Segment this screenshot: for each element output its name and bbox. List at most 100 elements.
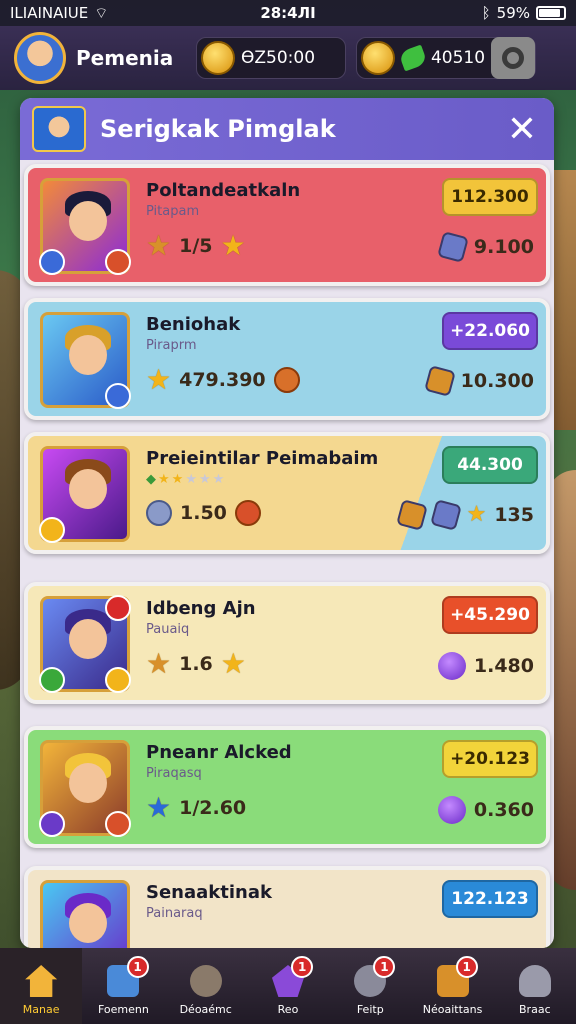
character-subtitle: Painaraq — [146, 906, 203, 921]
reward: 1.480 — [437, 652, 534, 680]
home-icon — [25, 965, 58, 997]
player-name: Pemenia — [76, 46, 174, 70]
shield-icon — [189, 965, 222, 997]
list-item[interactable]: Beniohak Piraprm ★ 479.390 +22.060 10.30… — [24, 298, 550, 420]
reward: ★ 135 — [395, 499, 534, 531]
stat-row: 1.50 — [146, 500, 261, 526]
coin-icon — [201, 41, 235, 75]
top-hud: Pemenia ƟZ50:00 40510 — [0, 26, 576, 90]
star-icon: ★ — [220, 229, 246, 262]
nav-item-4[interactable]: 1 Reo — [247, 948, 329, 1024]
reward-value: 0.360 — [473, 799, 534, 821]
nav-item-5[interactable]: 1 Feitp — [329, 948, 411, 1024]
character-subtitle: Piraprm — [146, 338, 197, 353]
nav-label: Manae — [22, 1003, 60, 1016]
reward: 10.300 — [423, 365, 534, 397]
character-name: Poltandeatkaln — [146, 180, 301, 201]
ranking-panel: Serigkak Pimglak ✕ Poltandeatkaln Pitapa… — [20, 98, 554, 948]
crystal-item-icon — [395, 499, 428, 531]
stat-row: ★ 479.390 — [146, 366, 300, 394]
nav-label: Néoaittans — [422, 1003, 483, 1016]
stat-value: 1.50 — [180, 502, 227, 524]
gem-icon — [398, 44, 428, 72]
status-bar: ILIAINAIUE ⌔ 28:4ЛI ᛒ 59% — [0, 0, 576, 26]
reward-value: 9.100 — [473, 236, 534, 258]
gem-counter[interactable]: 40510 — [356, 37, 536, 79]
reward-value: 1.480 — [473, 655, 534, 677]
gold-icon — [361, 41, 395, 75]
bottom-nav: Manae 1 Foemenn Déoaémc 1 Reo 1 Feitp 1 … — [0, 948, 576, 1024]
list-item[interactable]: Preieintilar Peimabaim ◆ ★ ★ ★ ★ ★ 1.50 44.30… — [24, 432, 550, 554]
score-pill: 112.300 — [442, 178, 538, 216]
player-avatar[interactable] — [14, 32, 66, 84]
character-name: Preieintilar Peimabaim — [146, 448, 379, 469]
settings-button[interactable] — [491, 37, 535, 79]
coin-counter[interactable]: ƟZ50:00 — [196, 37, 346, 79]
star-icon: ★ — [146, 363, 172, 396]
gear-item-icon — [436, 231, 469, 263]
medal-icon — [273, 367, 300, 393]
nav-label: Reo — [277, 1003, 299, 1016]
score-pill: 122.123 — [442, 880, 538, 918]
character-portrait — [39, 595, 131, 693]
battery-icon — [536, 6, 566, 20]
star-icon: ★ — [466, 502, 487, 527]
nav-item-2[interactable]: 1 Foemenn — [82, 948, 164, 1024]
character-portrait — [39, 446, 130, 543]
character-subtitle: Pitapam — [146, 204, 200, 219]
nav-item-3[interactable]: Déoaémc — [165, 948, 247, 1024]
class-badge-icon — [39, 811, 65, 837]
nav-label: Foemenn — [97, 1003, 149, 1016]
star-icon: ★ — [146, 647, 172, 680]
list-item[interactable]: Idbeng Ajn Pauaiq ★ 1.6 ★ +45.290 1.480 — [24, 582, 550, 704]
character-name: Idbeng Ajn — [146, 598, 256, 619]
character-portrait — [40, 880, 130, 948]
orb-icon — [437, 796, 466, 824]
card-item-icon — [429, 499, 462, 531]
wifi-icon: ⌔ — [94, 3, 109, 22]
character-portrait — [39, 740, 131, 837]
score-pill: 44.300 — [442, 446, 538, 484]
notification-badge: 1 — [291, 956, 314, 978]
notification-badge: 1 — [126, 956, 149, 978]
list-item[interactable]: Poltandeatkaln Pitapam ★ 1/5 ★ 112.300 9… — [24, 164, 550, 286]
star-icon: ★ — [220, 647, 246, 680]
bluetooth-icon: ᛒ — [481, 4, 491, 22]
class-badge-icon — [105, 383, 131, 409]
orb-icon — [437, 652, 466, 680]
stat-row: ★ 1/2.60 — [146, 794, 246, 822]
close-button[interactable]: ✕ — [502, 109, 542, 150]
character-subtitle: Piraqasq — [146, 766, 202, 781]
nav-label: Feitp — [356, 1003, 384, 1016]
class-badge-icon — [39, 249, 65, 275]
element-badge-icon — [105, 811, 131, 837]
character-name: Pneanr Alcked — [146, 742, 292, 763]
element-badge-icon — [105, 249, 131, 275]
crystal-item-icon — [423, 365, 456, 397]
nav-item-6[interactable]: 1 Néoaittans — [411, 948, 493, 1024]
list-item[interactable]: Senaaktinak Painaraq 122.123 — [24, 866, 550, 948]
bear-icon — [146, 500, 172, 526]
nav-label: Braac — [519, 1003, 551, 1016]
coin-badge-icon — [39, 517, 65, 543]
star-icon: ★ — [146, 229, 172, 262]
notification-badge: 1 — [373, 956, 396, 978]
score-pill: +22.060 — [442, 312, 538, 350]
nav-item-7[interactable]: Braac — [494, 948, 576, 1024]
character-name: Beniohak — [146, 314, 241, 335]
nav-item-home[interactable]: Manae — [0, 948, 83, 1024]
panel-header: Serigkak Pimglak ✕ — [20, 98, 554, 160]
reward-value: 135 — [494, 504, 534, 526]
character-portrait — [40, 312, 131, 409]
score-pill: +45.290 — [442, 596, 538, 634]
reward-value: 10.300 — [460, 370, 534, 392]
list-item[interactable]: Pneanr Alcked Piraqasq ★ 1/2.60 +20.123 … — [24, 726, 550, 848]
notification-badge: 1 — [455, 956, 478, 978]
profile-icon — [518, 965, 551, 997]
stat-row: ★ 1.6 ★ — [146, 650, 246, 678]
stat-value: 1/5 — [179, 235, 213, 257]
nav-label: Déoaémc — [179, 1003, 232, 1016]
coin-badge-icon — [105, 667, 131, 693]
panel-header-portrait — [32, 106, 86, 152]
stat-value: 1/2.60 — [179, 797, 247, 819]
